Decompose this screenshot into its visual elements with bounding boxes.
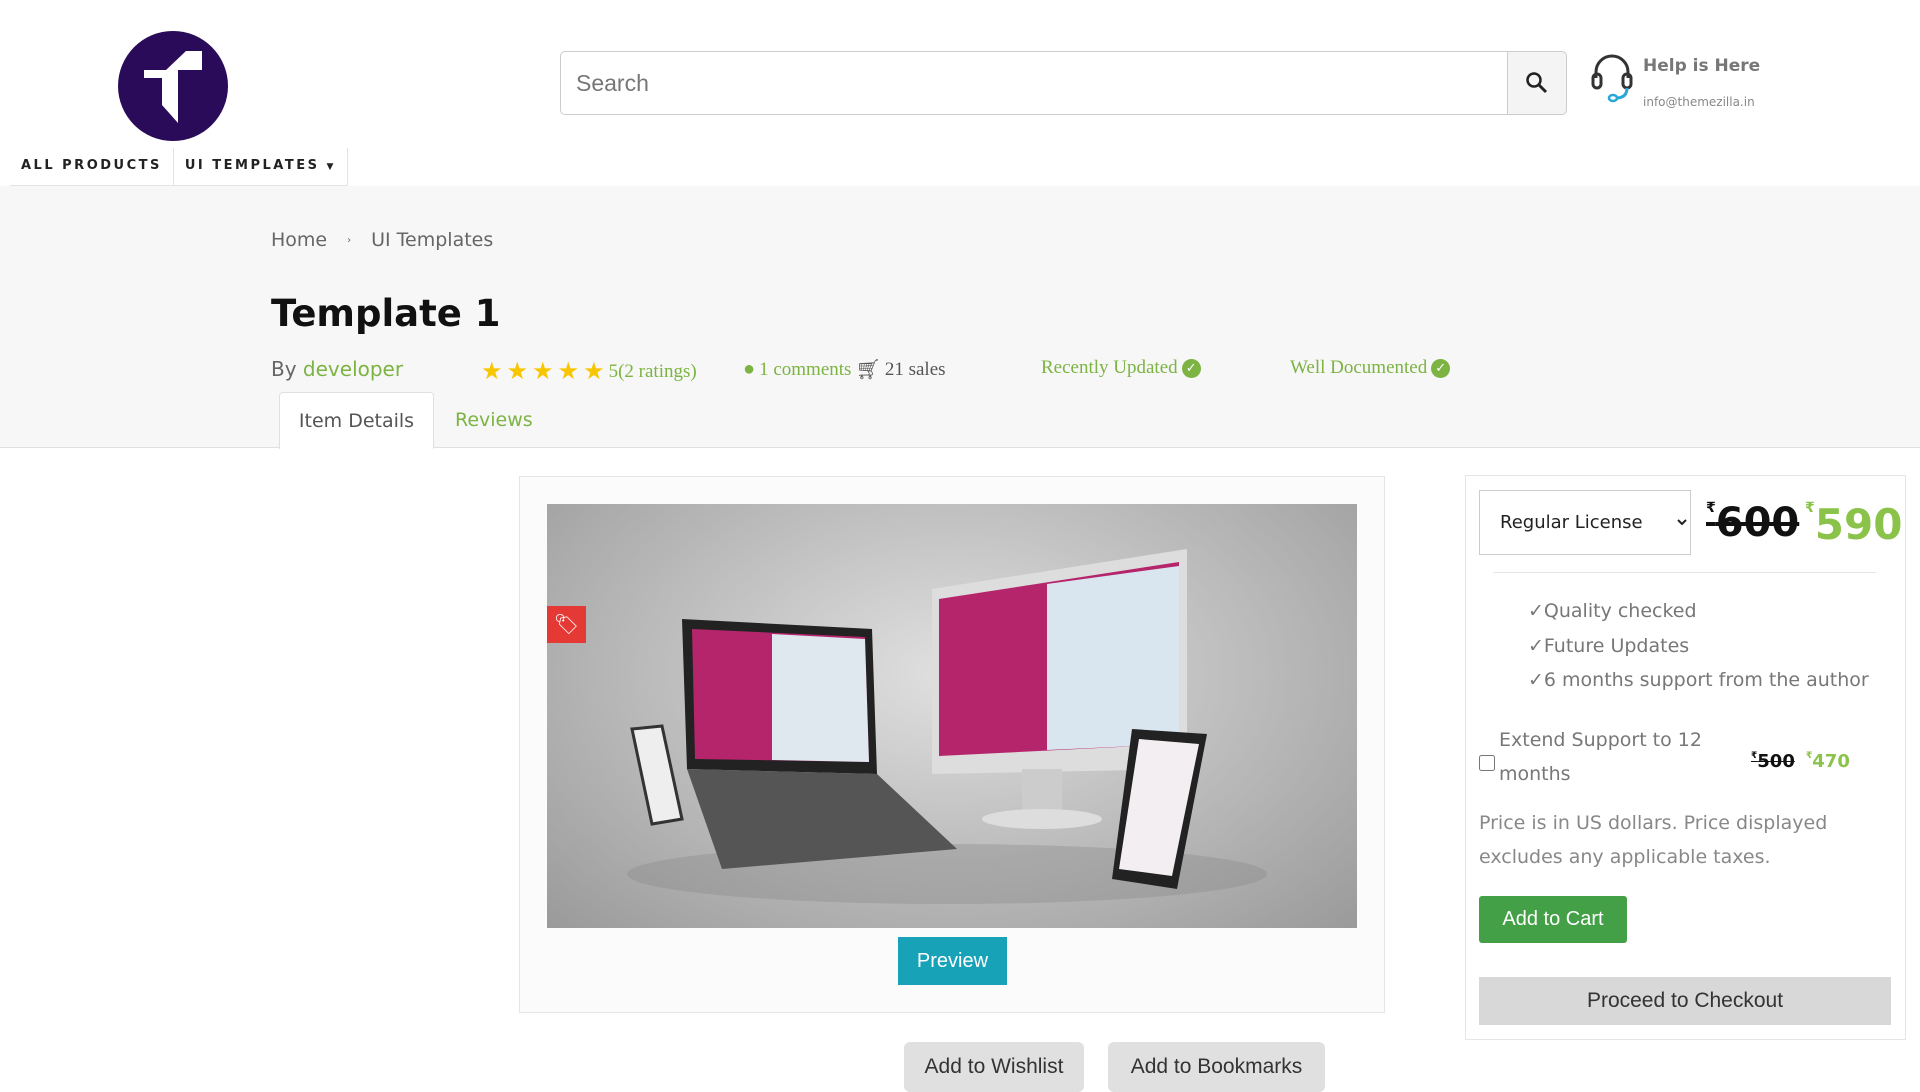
badge-label: Recently Updated	[1041, 357, 1178, 378]
star-icon: ★	[481, 359, 503, 385]
by-label: By	[271, 357, 297, 381]
author-line: By developer	[271, 357, 403, 381]
original-price-value: 600	[1715, 500, 1800, 546]
tab-item-details[interactable]: Item Details	[279, 392, 434, 449]
help-title: Help is Here	[1643, 56, 1761, 76]
currency-symbol: ₹	[1805, 500, 1815, 516]
currency-symbol: ₹	[1706, 500, 1716, 516]
feature-item: ✓Quality checked	[1528, 600, 1697, 622]
headset-icon	[1591, 54, 1633, 103]
star-icon: ★	[532, 359, 554, 385]
comments-count[interactable]: 1 comments	[759, 359, 851, 381]
tab-reviews[interactable]: Reviews	[455, 392, 533, 449]
sale-price: ₹590	[1805, 500, 1902, 549]
logo[interactable]	[118, 31, 228, 141]
stats: ● 1 comments 🛒︎ 21 sales	[743, 357, 946, 382]
extend-support-label: Extend Support to 12 months	[1499, 729, 1702, 785]
main-nav: ALL PRODUCTS UI TEMPLATES ▼	[10, 148, 348, 186]
extend-original-price: ₹500	[1751, 751, 1795, 772]
breadcrumb-home[interactable]: Home	[271, 229, 327, 251]
check-circle-icon: ✓	[1181, 358, 1201, 378]
rating: ★ ★ ★ ★ ★ 5(2 ratings)	[481, 357, 697, 386]
price-note: Price is in US dollars. Price displayed …	[1479, 812, 1828, 868]
add-to-bookmarks-button[interactable]: Add to Bookmarks	[1108, 1042, 1325, 1092]
star-icon: ★	[583, 359, 605, 385]
badge-recently-updated: Recently Updated ✓	[1041, 357, 1201, 379]
nav-ui-templates[interactable]: UI TEMPLATES ▼	[172, 148, 347, 185]
nav-ui-templates-label: UI TEMPLATES	[184, 158, 320, 173]
sale-price-value: 590	[1814, 500, 1903, 549]
caret-down-icon: ▼	[326, 162, 336, 172]
search-button[interactable]	[1507, 51, 1567, 115]
breadcrumb: Home › UI Templates	[271, 229, 493, 251]
product-image	[547, 504, 1357, 928]
badge-label: Well Documented	[1290, 357, 1428, 378]
extend-sale-value: 470	[1812, 751, 1850, 772]
author-link[interactable]: developer	[303, 357, 403, 381]
divider	[1493, 572, 1876, 573]
preview-button[interactable]: Preview	[898, 937, 1007, 985]
extend-support-checkbox[interactable]	[1479, 755, 1495, 771]
badge-well-documented: Well Documented ✓	[1290, 357, 1451, 379]
add-to-cart-button[interactable]: Add to Cart	[1479, 896, 1627, 943]
add-to-wishlist-button[interactable]: Add to Wishlist	[904, 1042, 1084, 1092]
help-email[interactable]: info@themezilla.in	[1643, 95, 1755, 109]
rating-text[interactable]: 5(2 ratings)	[609, 361, 697, 383]
feature-item: ✓6 months support from the author	[1528, 669, 1869, 691]
tag-icon: 🏷︎	[547, 606, 586, 643]
star-icon: ★	[506, 359, 529, 385]
search-input[interactable]	[560, 51, 1508, 115]
proceed-to-checkout-button[interactable]: Proceed to Checkout	[1479, 977, 1891, 1025]
responsive-devices-illustration	[627, 549, 1267, 904]
feature-item: ✓Future Updates	[1528, 635, 1690, 657]
logo-t-icon	[144, 51, 202, 123]
breadcrumb-ui-templates[interactable]: UI Templates	[371, 229, 493, 251]
license-select[interactable]: Regular License	[1479, 490, 1691, 555]
sales-count: 21 sales	[884, 358, 946, 380]
search-icon	[1526, 72, 1548, 94]
cart-icon: 🛒︎	[855, 359, 881, 381]
star-icon: ★	[557, 359, 580, 385]
comment-icon: ●	[743, 358, 756, 380]
breadcrumb-separator-icon: ›	[347, 234, 352, 246]
extend-sale-price: ₹470	[1806, 751, 1850, 772]
nav-all-products[interactable]: ALL PRODUCTS	[10, 148, 173, 185]
extend-original-value: 500	[1757, 751, 1795, 772]
original-price: ₹600	[1706, 500, 1799, 546]
check-circle-icon: ✓	[1431, 358, 1451, 378]
page-title: Template 1	[271, 292, 501, 335]
